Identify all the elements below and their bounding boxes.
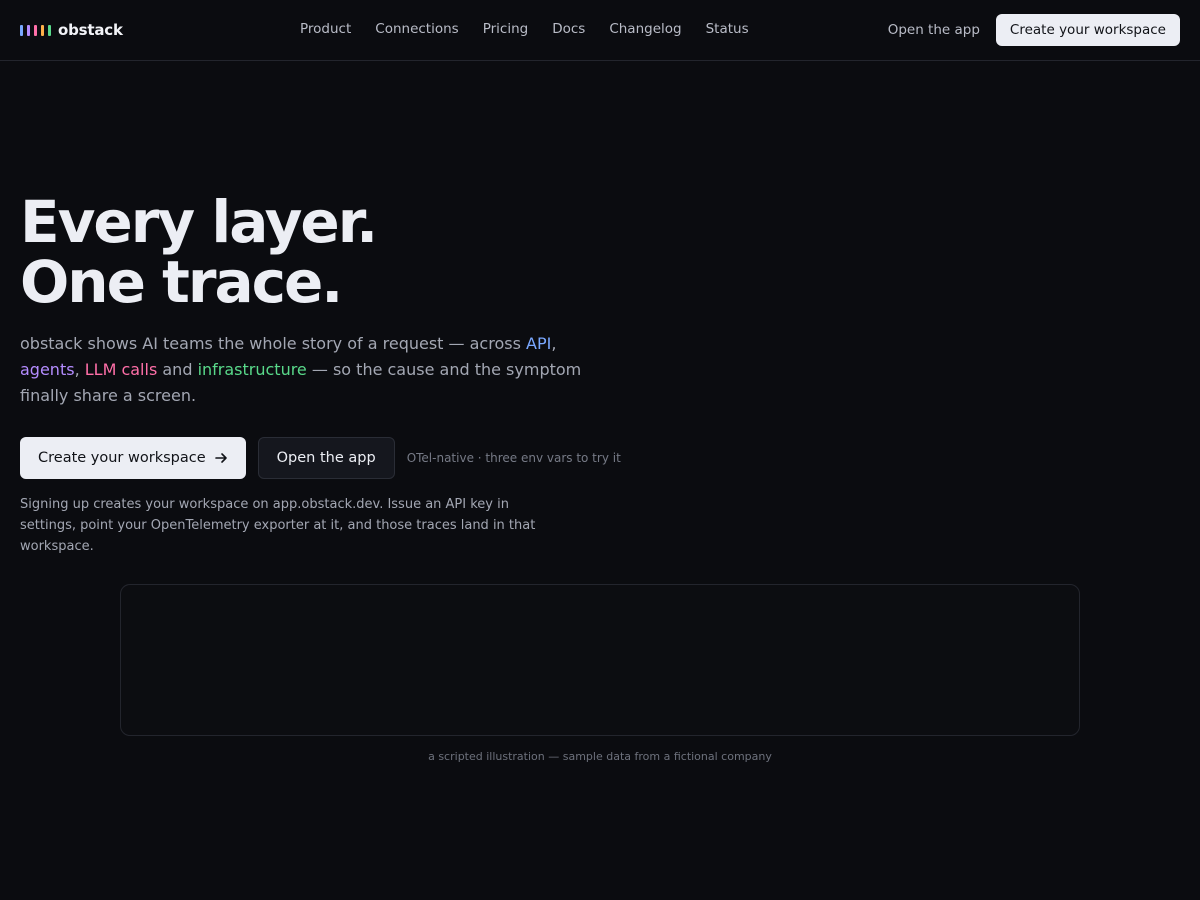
hero-sub-sep: , [551,334,557,353]
otel-note: OTel-native · three env vars to try it [406,451,621,465]
nav-open-app-link[interactable]: Open the app [888,22,980,38]
nav-link-pricing[interactable]: Pricing [483,21,529,37]
hero-title-line2: One trace. [20,248,343,316]
nav-links: Product Connections Pricing Docs Changel… [300,21,749,37]
hero-sub-and: and [157,360,198,379]
nav-actions: Open the app Create your workspace [888,14,1180,46]
hero-sub-text: obstack shows AI teams the whole story o… [20,334,526,353]
nav-link-connections[interactable]: Connections [375,21,458,37]
nav-create-workspace-button[interactable]: Create your workspace [995,14,1180,46]
create-workspace-button[interactable]: Create your workspace [20,437,246,479]
cta-row: Create your workspace Open the app OTel-… [20,437,621,479]
nav-link-docs[interactable]: Docs [552,21,585,37]
hero-sub-sep: , [74,360,85,379]
hero-title: Every layer. One trace. [20,192,378,312]
logo-text: obstack [58,21,123,39]
hero-title-line1: Every layer. [20,188,378,256]
demo-caption: a scripted illustration — sample data fr… [428,750,772,763]
highlight-api: API [526,334,552,353]
nav-link-status[interactable]: Status [706,21,749,37]
logo-mark-icon [20,24,51,36]
nav-link-changelog[interactable]: Changelog [609,21,681,37]
nav-link-product[interactable]: Product [300,21,351,37]
hero-subtitle: obstack shows AI teams the whole story o… [20,331,610,409]
demo-illustration-panel [120,584,1080,736]
highlight-agents: agents [20,360,75,379]
signup-note: Signing up creates your workspace on app… [20,497,536,554]
arrow-right-icon [214,453,227,463]
highlight-llm-calls: LLM calls [84,360,158,379]
logo[interactable]: obstack [20,20,123,40]
highlight-infrastructure: infrastructure [197,360,307,379]
create-workspace-label: Create your workspace [38,450,206,466]
open-app-button[interactable]: Open the app [257,437,395,479]
top-nav: obstack Product Connections Pricing Docs… [0,0,1200,61]
